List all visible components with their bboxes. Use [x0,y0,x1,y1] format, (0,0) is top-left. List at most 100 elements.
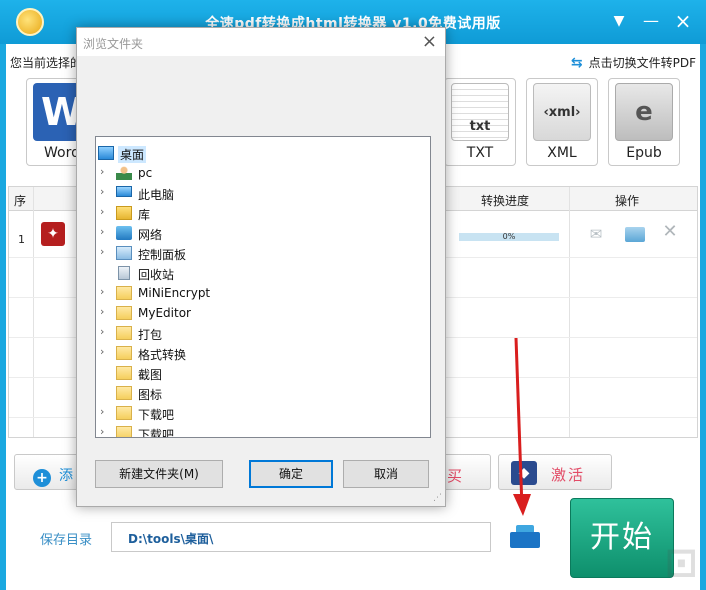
tree-item[interactable]: 桌面 [96,143,430,163]
format-txt-button[interactable]: txt TXT [444,78,516,166]
delete-icon[interactable]: ✕ [659,221,681,242]
chevron-right-icon[interactable]: › [100,425,110,437]
tree-item-label: 控制面板 [138,248,187,262]
tree-item-label: 下载吧 [138,408,175,422]
tree-item[interactable]: › 打包 [96,323,430,343]
dialog-close-icon[interactable]: × [422,31,437,52]
tree-item[interactable]: › 格式转换 [96,343,430,363]
activate-label: 激活 [551,466,586,484]
row-seq: 1 [18,233,25,246]
buy-label: 买 [447,467,463,485]
tree-item[interactable]: 图标 [96,383,430,403]
folder-tree[interactable]: 桌面 › pc › 此电脑 › 库 › 网络 › 控制面板 回收站 › MiNiEncrypt › MyEdi… [95,136,431,438]
dropdown-icon[interactable]: ▼ [608,10,630,32]
tree-item[interactable]: › MyEditor [96,303,430,323]
switch-mode-label: 点击切换文件转PDF [588,56,696,70]
start-button[interactable]: 开始 [570,498,674,578]
header-progress: 转换进度 [481,194,530,208]
tree-item[interactable]: › 控制面板 [96,243,430,263]
column-divider [569,187,570,437]
tree-item-label: 打包 [138,328,163,342]
tree-item[interactable]: 回收站 [96,263,430,283]
tree-item-label: 格式转换 [138,348,187,362]
tree-item[interactable]: › 此电脑 [96,183,430,203]
folder-icon [116,386,132,400]
plus-icon: + [33,469,51,487]
chevron-right-icon[interactable]: › [100,205,110,218]
chevron-right-icon[interactable]: › [100,305,110,318]
chevron-right-icon[interactable]: › [100,165,110,178]
tree-item[interactable]: › 库 [96,203,430,223]
format-xml-button[interactable]: ‹xml› XML [526,78,598,166]
save-directory-field[interactable]: D:\tools\桌面\ [111,522,491,552]
dialog-title: 浏览文件夹 [83,37,144,51]
tree-item-label: 下载吧.. [138,428,182,438]
tree-item[interactable]: › 下载吧.. [96,423,430,438]
swap-arrows-icon: ⇆ [570,54,583,71]
control-panel-icon [116,246,132,260]
tree-item[interactable]: › MiNiEncrypt [96,283,430,303]
tree-item[interactable]: › pc [96,163,430,183]
tree-item-label: pc [138,166,153,180]
xml-icon: ‹xml› [533,83,591,141]
add-file-label: 添 [59,468,73,484]
folder-icon [116,406,132,420]
open-file-icon[interactable]: ✉ [585,225,607,243]
progress-bar: 0% [459,232,559,241]
tree-item-label: 网络 [138,228,163,242]
ok-button[interactable]: 确定 [249,460,333,488]
chevron-right-icon[interactable]: › [100,325,110,338]
computer-icon [116,186,132,197]
close-icon[interactable]: × [672,10,694,32]
cancel-button[interactable]: 取消 [343,460,429,488]
tree-item-label: MyEditor [138,306,191,320]
folder-icon [116,346,132,360]
tree-item[interactable]: › 下载吧 [96,403,430,423]
tree-item-label: 此电脑 [138,188,175,202]
user-icon [116,166,132,180]
library-icon [116,206,132,220]
resize-grip-icon[interactable]: ⋰ [433,493,442,503]
tree-item-label: MiNiEncrypt [138,286,211,300]
new-folder-button[interactable]: 新建文件夹(M) [95,460,223,488]
folder-icon [116,286,132,300]
tree-item-label: 回收站 [138,268,175,282]
chevron-right-icon[interactable]: › [100,405,110,418]
tree-item-label: 桌面 [118,146,147,163]
browse-folder-dialog: 浏览文件夹 × 桌面 › pc › 此电脑 › 库 › 网络 › 控制面板 回收站 › MiNiEncry… [76,27,446,507]
tree-item-label: 库 [138,208,151,222]
chevron-right-icon[interactable]: › [100,285,110,298]
format-epub-button[interactable]: e Epub [608,78,680,166]
browse-folder-icon[interactable] [510,525,540,549]
network-icon [116,226,132,240]
tree-item[interactable]: › 网络 [96,223,430,243]
chevron-right-icon[interactable]: › [100,225,110,238]
minimize-icon[interactable]: — [640,10,662,32]
progress-text: 0% [502,232,516,241]
header-ops: 操作 [615,194,640,208]
txt-icon: txt [451,83,509,141]
tree-item-label: 截图 [138,368,163,382]
tree-item[interactable]: 截图 [96,363,430,383]
folder-icon [116,326,132,340]
recycle-bin-icon [118,266,130,280]
browse-folder-icon-body [510,532,540,548]
chevron-right-icon[interactable]: › [100,185,110,198]
chevron-right-icon[interactable]: › [100,245,110,258]
desktop-icon [98,146,114,160]
open-folder-icon[interactable] [625,227,645,242]
activate-button[interactable]: ◆ 激活 [498,454,612,490]
tree-item-label: 图标 [138,388,163,402]
current-selection-label: 您当前选择的 [10,56,83,70]
dialog-title-bar: 浏览文件夹 × [77,28,445,56]
watermark: ⊡ [664,540,698,586]
folder-icon [116,426,132,437]
folder-icon [116,306,132,320]
folder-icon [116,366,132,380]
chevron-right-icon[interactable]: › [100,345,110,358]
save-directory-label: 保存目录 [40,533,93,548]
key-icon: ◆ [511,461,537,485]
switch-mode-link[interactable]: ⇆ 点击切换文件转PDF [571,54,696,71]
column-divider [33,187,34,437]
header-seq: 序 [14,194,27,208]
